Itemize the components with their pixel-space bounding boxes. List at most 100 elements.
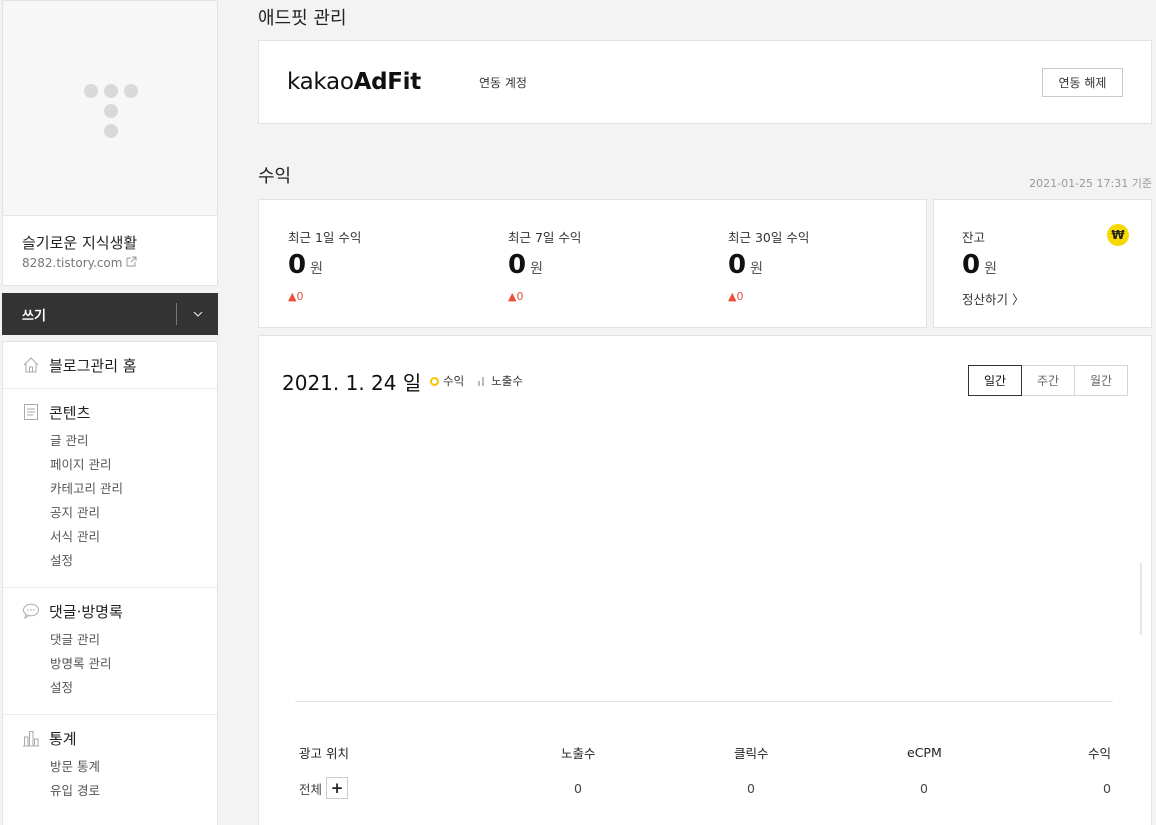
menu-item-contents[interactable]: 콘텐츠 [3, 389, 217, 435]
logo-light-text: kakao [287, 69, 354, 95]
revenue-summary-card: 최근 1일 수익 0원 ▲0 최근 7일 수익 0원 ▲0 최근 30일 수익 … [258, 199, 927, 328]
adfit-section-title: 애드핏 관리 [258, 8, 347, 29]
revenue-value: 0원 [288, 250, 323, 280]
impressions-legend-bars-icon [478, 376, 487, 386]
submenu-item-content-settings[interactable]: 설정 [50, 549, 217, 573]
write-button[interactable]: 쓰기 [22, 305, 46, 324]
settle-link[interactable]: 정산하기 〉 [962, 289, 1024, 308]
row-clicks: 0 [747, 780, 755, 796]
row-impressions: 0 [574, 780, 582, 796]
menu-item-stats[interactable]: 통계 [3, 715, 217, 761]
blog-url-text: 8282.tistory.com [22, 256, 123, 270]
tab-monthly[interactable]: 월간 [1074, 365, 1128, 396]
submenu-item-pages[interactable]: 페이지 관리 [50, 453, 217, 477]
revenue-delta: ▲0 [508, 290, 524, 303]
revenue-timestamp: 2021-01-25 17:31 기준 [1029, 177, 1152, 190]
row-position: 전체 + [299, 770, 349, 806]
revenue-section-title: 수익 [258, 166, 292, 187]
legend-impressions: 노출수 [478, 373, 523, 389]
blog-profile-image[interactable] [3, 1, 217, 216]
legend-label: 수익 [443, 374, 465, 388]
revenue-label: 최근 7일 수익 [508, 230, 582, 245]
menu-group-home: 블로그관리 홈 [3, 342, 217, 389]
write-bar: 쓰기 [2, 293, 218, 335]
submenu-item-categories[interactable]: 카테고리 관리 [50, 477, 217, 501]
menu-label: 블로그관리 홈 [49, 356, 137, 375]
balance-card: 잔고 0원 ₩ 정산하기 〉 [933, 199, 1152, 328]
revenue-value: 0원 [508, 250, 543, 280]
external-link-icon [126, 256, 137, 270]
revenue-label: 최근 30일 수익 [728, 230, 810, 245]
menu-label: 콘텐츠 [49, 403, 91, 422]
write-divider [176, 303, 177, 325]
header-clicks: 클릭수 [734, 745, 769, 761]
submenu-contents: 글 관리 페이지 관리 카테고리 관리 공지 관리 서식 관리 설정 [3, 429, 217, 573]
submenu-item-comment-settings[interactable]: 설정 [50, 676, 217, 700]
admin-menu: 블로그관리 홈 콘텐츠 글 관리 페이지 관리 카테고리 관리 공지 관리 서식… [2, 341, 218, 825]
revenue-label: 최근 1일 수익 [288, 230, 362, 245]
revenue-number: 0 [288, 250, 307, 280]
submenu-item-referrers[interactable]: 유입 경로 [50, 779, 217, 803]
blog-url-link[interactable]: 8282.tistory.com [22, 256, 137, 270]
unlink-button[interactable]: 연동 해제 [1042, 68, 1123, 97]
revenue-chart-card: 2021. 1. 24 일 수익 노출수 일간 주간 월간 광고 위치 노출수 … [258, 335, 1152, 825]
submenu-item-templates[interactable]: 서식 관리 [50, 525, 217, 549]
home-icon [21, 355, 41, 375]
revenue-number: 0 [728, 250, 747, 280]
menu-group-stats: 통계 방문 통계 유입 경로 [3, 715, 217, 817]
currency-unit: 원 [530, 261, 543, 277]
won-coin-icon: ₩ [1107, 224, 1129, 246]
chart-scrollbar[interactable] [1140, 563, 1142, 635]
menu-group-contents: 콘텐츠 글 관리 페이지 관리 카테고리 관리 공지 관리 서식 관리 설정 [3, 389, 217, 588]
balance-label: 잔고 [962, 230, 986, 245]
submenu-stats: 방문 통계 유입 경로 [3, 755, 217, 803]
blog-profile-card: 슬기로운 지식생활 8282.tistory.com [2, 0, 218, 286]
submenu-item-guestbook-manage[interactable]: 방명록 관리 [50, 652, 217, 676]
kakao-adfit-logo: kakaoAdFit [287, 69, 421, 95]
adfit-card: kakaoAdFit 연동 계정 연동 해제 [258, 40, 1152, 124]
bar-chart-icon [21, 728, 41, 748]
chart-legend: 수익 노출수 [430, 373, 523, 389]
balance-value: 0원 [962, 250, 997, 280]
currency-unit: 원 [750, 261, 763, 277]
submenu-comments: 댓글 관리 방명록 관리 설정 [3, 628, 217, 700]
logo-bold-text: AdFit [353, 69, 422, 95]
revenue-delta: ▲0 [728, 290, 744, 303]
sidebar: 슬기로운 지식생활 8282.tistory.com 쓰기 블로그관리 홈 콘텐… [2, 0, 218, 825]
balance-number: 0 [962, 250, 981, 280]
legend-revenue: 수익 [430, 373, 464, 389]
currency-unit: 원 [310, 261, 323, 277]
revenue-legend-circle-icon [430, 376, 439, 386]
header-impressions: 노출수 [561, 745, 596, 761]
period-tabs: 일간 주간 월간 [968, 365, 1128, 396]
revenue-value: 0원 [728, 250, 763, 280]
blog-name[interactable]: 슬기로운 지식생활 [22, 232, 137, 253]
currency-unit: 원 [984, 261, 997, 277]
header-ecpm: eCPM [907, 744, 942, 760]
menu-group-comments: 댓글·방명록 댓글 관리 방명록 관리 설정 [3, 588, 217, 715]
tab-weekly[interactable]: 주간 [1021, 365, 1075, 396]
table-header-row: 광고 위치 노출수 클릭수 eCPM 수익 [295, 734, 1113, 770]
chart-date-label: 2021. 1. 24 일 [282, 371, 422, 395]
speech-bubble-icon [21, 601, 41, 621]
tab-daily[interactable]: 일간 [968, 365, 1022, 396]
legend-label: 노출수 [491, 374, 523, 388]
row-ecpm: 0 [920, 780, 928, 796]
expand-plus-button[interactable]: + [326, 777, 349, 799]
table-row: 전체 + 0 0 0 0 [295, 770, 1113, 806]
header-revenue: 수익 [1088, 745, 1112, 761]
revenue-delta: ▲0 [288, 290, 304, 303]
ad-stats-table: 광고 위치 노출수 클릭수 eCPM 수익 전체 + 0 0 0 0 [295, 734, 1113, 806]
row-position-label: 전체 [299, 781, 323, 797]
write-dropdown-chevron-icon[interactable] [178, 293, 218, 335]
menu-item-comments[interactable]: 댓글·방명록 [3, 588, 217, 634]
menu-item-blog-home[interactable]: 블로그관리 홈 [3, 342, 217, 388]
row-revenue: 0 [1103, 780, 1111, 796]
menu-label: 통계 [49, 729, 77, 748]
chart-plot-area [295, 426, 1113, 702]
header-ad-position: 광고 위치 [299, 745, 349, 761]
linked-account-label: 연동 계정 [479, 76, 527, 90]
submenu-item-notices[interactable]: 공지 관리 [50, 501, 217, 525]
revenue-number: 0 [508, 250, 527, 280]
menu-label: 댓글·방명록 [49, 602, 123, 621]
